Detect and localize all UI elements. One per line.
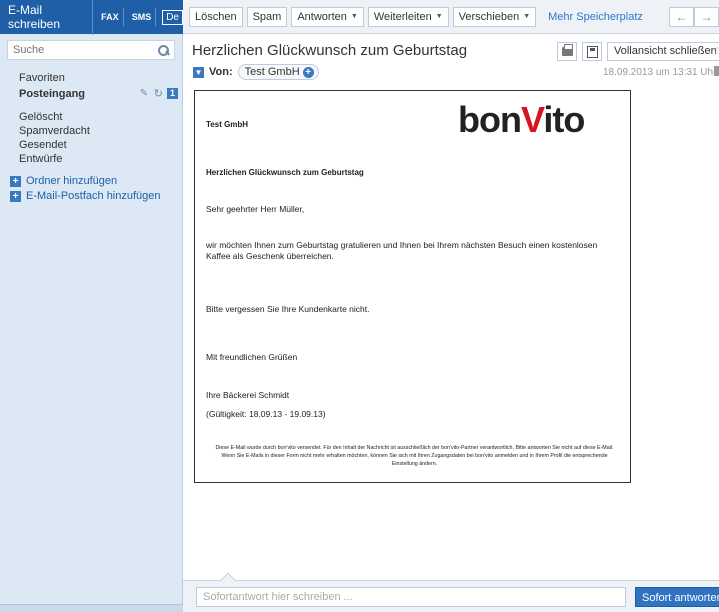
- close-fullview-button[interactable]: Vollansicht schließen: [607, 42, 719, 61]
- sidebar-item-inbox[interactable]: Posteingang ✎ ↻ 1: [10, 86, 178, 101]
- add-folder-link[interactable]: + Ordner hinzufügen: [10, 175, 117, 187]
- reply-button[interactable]: Antworten ▼: [291, 6, 364, 27]
- sms-button[interactable]: SMS: [128, 8, 157, 26]
- plus-icon: +: [10, 190, 21, 202]
- body-closing: Mit freundlichen Grüßen: [206, 352, 298, 362]
- message-navigation: ← →: [669, 7, 719, 27]
- print-button[interactable]: [557, 42, 577, 61]
- body-company: Test GmbH: [206, 120, 249, 129]
- refresh-icon[interactable]: ↻: [154, 88, 163, 99]
- search-input[interactable]: [13, 44, 143, 56]
- next-message-button[interactable]: →: [694, 7, 719, 27]
- chevron-down-icon: ▼: [435, 13, 443, 20]
- from-label: Von:: [209, 66, 233, 78]
- body-validity: (Gültigkeit: 18.09.13 - 19.09.13): [206, 409, 326, 419]
- quick-reply-input[interactable]: [196, 587, 626, 607]
- body-paragraph-1: wir möchten Ihnen zum Geburtstag gratuli…: [206, 240, 598, 261]
- unread-count-badge: 1: [166, 88, 178, 99]
- reply-label: Antworten: [297, 10, 347, 23]
- move-button[interactable]: Verschieben ▼: [452, 6, 537, 27]
- message-actions: [557, 42, 602, 61]
- message-date: 18.09.2013 um 13:31 Uhr: [603, 67, 717, 78]
- inbox-label: Posteingang: [19, 87, 86, 100]
- sidebar-item-deleted[interactable]: Gelöscht: [19, 111, 62, 123]
- more-storage-link[interactable]: Mehr Speicherplatz: [548, 11, 643, 23]
- body-paragraph-2: Bitte vergessen Sie Ihre Kundenkarte nic…: [206, 304, 370, 314]
- scroll-indicator[interactable]: [714, 66, 719, 76]
- expand-header-icon[interactable]: ▼: [193, 66, 204, 78]
- sender-name: Test GmbH: [244, 66, 300, 78]
- star-icon[interactable]: ☆: [712, 44, 719, 58]
- message-subject: Herzlichen Glückwunsch zum Geburtstag: [192, 42, 468, 59]
- body-signature: Ihre Bäckerei Schmidt: [206, 390, 290, 400]
- inbox-actions: ✎ ↻ 1: [140, 88, 178, 99]
- search-icon[interactable]: [158, 44, 169, 56]
- sidebar-item-spam[interactable]: Spamverdacht: [19, 125, 90, 137]
- body-subject: Herzlichen Glückwunsch zum Geburtstag: [206, 168, 364, 177]
- sidebar-item-sent[interactable]: Gesendet: [19, 139, 67, 151]
- save-button[interactable]: [582, 42, 602, 61]
- forward-button[interactable]: Weiterleiten ▼: [367, 6, 449, 27]
- delete-button[interactable]: Löschen: [189, 6, 243, 27]
- add-contact-icon[interactable]: +: [302, 66, 314, 78]
- email-body: Test GmbH bonVito Herzlichen Glückwunsch…: [194, 90, 631, 483]
- forward-label: Weiterleiten: [373, 10, 432, 23]
- sidebar-item-favorites[interactable]: Favoriten: [19, 72, 65, 84]
- move-label: Verschieben: [458, 10, 520, 23]
- spam-button[interactable]: Spam: [246, 6, 288, 27]
- wrench-icon[interactable]: ✎: [140, 88, 150, 99]
- compose-button[interactable]: E-Mail schreiben: [6, 0, 94, 35]
- plus-icon: +: [10, 175, 21, 187]
- save-icon: [587, 46, 598, 58]
- body-footer: Diese E-Mail wurde durch bon'vito versen…: [215, 445, 614, 467]
- quick-reply-send-button[interactable]: Sofort antworten: [635, 587, 719, 607]
- add-mailbox-link[interactable]: + E-Mail-Postfach hinzufügen: [10, 190, 161, 202]
- chevron-down-icon: ▼: [350, 13, 358, 20]
- sender-row: ▼ Von: Test GmbH +: [193, 64, 319, 80]
- print-icon: [562, 44, 573, 56]
- message-toolbar: Löschen Spam Antworten ▼ Weiterleiten ▼ …: [183, 0, 719, 34]
- previous-message-button[interactable]: ←: [669, 7, 694, 27]
- sidebar-footer: [0, 604, 183, 612]
- add-folder-label: Ordner hinzufügen: [26, 175, 118, 187]
- chevron-down-icon: ▼: [523, 13, 531, 20]
- de-mail-button[interactable]: De: [162, 9, 183, 25]
- bonvito-logo: bonVito: [458, 99, 585, 140]
- sidebar-item-drafts[interactable]: Entwürfe: [19, 153, 62, 165]
- search-box: [7, 40, 175, 60]
- fax-button[interactable]: FAX: [97, 8, 124, 26]
- add-mailbox-label: E-Mail-Postfach hinzufügen: [26, 190, 161, 202]
- sidebar-topbar: E-Mail schreiben FAX SMS De: [0, 0, 183, 35]
- sender-chip[interactable]: Test GmbH +: [237, 64, 319, 80]
- body-greeting: Sehr geehrter Herr Müller,: [206, 204, 305, 214]
